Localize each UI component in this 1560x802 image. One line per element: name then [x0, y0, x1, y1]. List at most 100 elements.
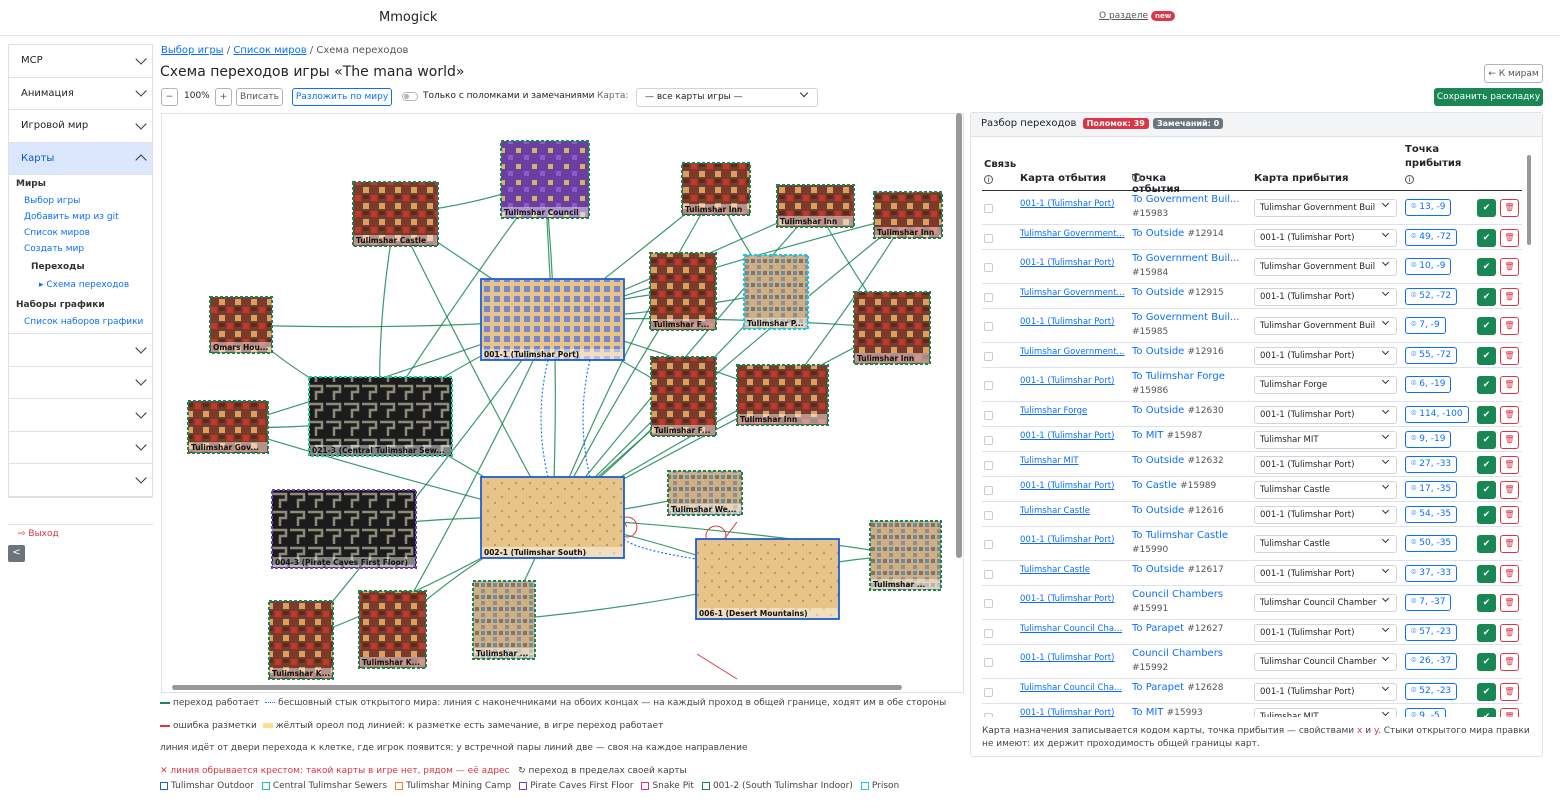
- dst-map-select[interactable]: Tulimshar MIT: [1254, 708, 1397, 717]
- dst-map-select[interactable]: 001-1 (Tulimshar Port): [1254, 456, 1397, 474]
- map-node[interactable]: Tulimshar Inn: [681, 162, 751, 216]
- delete-button[interactable]: 🗑: [1500, 535, 1519, 553]
- src-map-link[interactable]: 001-1 (Tulimshar Port): [1020, 594, 1128, 604]
- src-map-link[interactable]: Tulimshar MIT: [1020, 456, 1128, 466]
- dst-map-select[interactable]: Tulimshar Forge: [1254, 376, 1397, 394]
- row-checkbox[interactable]: [984, 381, 993, 390]
- delete-button[interactable]: 🗑: [1500, 624, 1519, 642]
- map-node[interactable]: 006-1 (Desert Mountains): [695, 538, 840, 620]
- confirm-button[interactable]: ✔: [1477, 594, 1496, 612]
- issues-only-toggle[interactable]: [402, 92, 418, 101]
- confirm-button[interactable]: ✔: [1477, 683, 1496, 701]
- dst-point-button[interactable]: ⌾ 37, -33: [1405, 565, 1458, 582]
- logout-link[interactable]: ⇨ Выход: [8, 529, 153, 539]
- map-node[interactable]: Tulimshar P...: [743, 254, 809, 330]
- row-checkbox[interactable]: [984, 263, 993, 272]
- row-checkbox[interactable]: [984, 688, 993, 697]
- map-node[interactable]: Tulimshar Castle: [352, 181, 439, 247]
- confirm-button[interactable]: ✔: [1477, 431, 1496, 449]
- dst-map-select[interactable]: Tulimshar Government Buil: [1254, 317, 1397, 335]
- delete-button[interactable]: 🗑: [1500, 258, 1519, 276]
- row-checkbox[interactable]: [984, 436, 993, 445]
- src-map-link[interactable]: Tulimshar Forge: [1020, 406, 1128, 416]
- dst-map-select[interactable]: Tulimshar Government Buil: [1254, 199, 1397, 217]
- dst-map-select[interactable]: Tulimshar Council Chamber: [1254, 594, 1397, 612]
- dst-point-button[interactable]: ⌾ 10, -9: [1405, 258, 1452, 275]
- dst-point-button[interactable]: ⌾ 7, -9: [1405, 317, 1446, 334]
- map-node[interactable]: Tulimshar Inn: [776, 184, 855, 228]
- src-point-link[interactable]: To Outside: [1132, 455, 1184, 466]
- src-map-link[interactable]: 001-1 (Tulimshar Port): [1020, 317, 1128, 327]
- dst-map-select[interactable]: Tulimshar Government Buil: [1254, 258, 1397, 276]
- seamless-edge[interactable]: [623, 538, 697, 560]
- map-node[interactable]: Tulimshar Inn: [736, 364, 829, 426]
- row-checkbox[interactable]: [984, 570, 993, 579]
- row-checkbox[interactable]: [984, 234, 993, 243]
- delete-button[interactable]: 🗑: [1500, 653, 1519, 671]
- src-map-link[interactable]: Tulimshar Council Cha...: [1020, 624, 1128, 634]
- dst-point-button[interactable]: ⌾ 114, -100: [1405, 406, 1469, 423]
- confirm-button[interactable]: ✔: [1477, 406, 1496, 424]
- src-point-link[interactable]: To Outside: [1132, 346, 1184, 357]
- delete-button[interactable]: 🗑: [1500, 288, 1519, 306]
- map-node[interactable]: Tulimshar Council: [500, 140, 590, 219]
- sidebar-link-transition-scheme[interactable]: ▸ Схема переходов: [9, 277, 152, 293]
- dst-map-select[interactable]: 001-1 (Tulimshar Port): [1254, 347, 1397, 365]
- confirm-button[interactable]: ✔: [1477, 565, 1496, 583]
- delete-button[interactable]: 🗑: [1500, 594, 1519, 612]
- dst-point-button[interactable]: ⌾ 49, -72: [1405, 229, 1458, 246]
- confirm-button[interactable]: ✔: [1477, 624, 1496, 642]
- dst-point-button[interactable]: ⌾ 17, -35: [1405, 481, 1458, 498]
- src-map-link[interactable]: Tulimshar Government...: [1020, 229, 1128, 239]
- brand-title[interactable]: Mmogick: [379, 10, 437, 25]
- zoom-out-button[interactable]: −: [161, 88, 178, 106]
- row-checkbox[interactable]: [984, 540, 993, 549]
- sidebar-item-1[interactable]: Анимация: [9, 78, 152, 110]
- dst-map-select[interactable]: 001-1 (Tulimshar Port): [1254, 565, 1397, 583]
- src-point-link[interactable]: Council Chambers: [1132, 648, 1223, 659]
- src-point-link[interactable]: To Outside: [1132, 505, 1184, 516]
- sidebar-item-0[interactable]: MCP: [9, 45, 152, 78]
- dst-point-button[interactable]: ⌾ 54, -35: [1405, 506, 1458, 523]
- row-checkbox[interactable]: [984, 629, 993, 638]
- delete-button[interactable]: 🗑: [1500, 708, 1519, 717]
- dst-map-select[interactable]: 001-1 (Tulimshar Port): [1254, 506, 1397, 524]
- transition-graph-canvas[interactable]: Tulimshar Castle Tulimshar Council Tulimsh…: [161, 113, 964, 693]
- delete-button[interactable]: 🗑: [1500, 431, 1519, 449]
- src-map-link[interactable]: Tulimshar Government...: [1020, 347, 1128, 357]
- about-link[interactable]: О разделе new: [1099, 11, 1176, 21]
- delete-button[interactable]: 🗑: [1500, 317, 1519, 335]
- map-filter-select[interactable]: — все карты игры —: [636, 88, 818, 107]
- row-checkbox[interactable]: [984, 352, 993, 361]
- sidebar-link-select-game[interactable]: Выбор игры: [9, 193, 152, 209]
- src-point-link[interactable]: To Outside: [1132, 287, 1184, 298]
- sidebar-link-add-world-git[interactable]: Добавить мир из git: [9, 209, 152, 225]
- dst-point-button[interactable]: ⌾ 27, -33: [1405, 456, 1458, 473]
- dst-map-select[interactable]: Tulimshar MIT: [1254, 431, 1397, 449]
- map-node[interactable]: Tulimshar K...: [268, 600, 334, 680]
- src-point-link[interactable]: To Outside: [1132, 405, 1184, 416]
- canvas-vertical-scrollbar[interactable]: [956, 113, 962, 558]
- collapse-sidebar-button[interactable]: <: [8, 545, 25, 562]
- map-node[interactable]: Tulimshar Gov...: [187, 400, 269, 454]
- confirm-button[interactable]: ✔: [1477, 288, 1496, 306]
- confirm-button[interactable]: ✔: [1477, 653, 1496, 671]
- src-point-link[interactable]: To Outside: [1132, 228, 1184, 239]
- delete-button[interactable]: 🗑: [1500, 456, 1519, 474]
- row-checkbox[interactable]: [984, 658, 993, 667]
- dst-point-button[interactable]: ⌾ 50, -35: [1405, 535, 1458, 552]
- src-map-link[interactable]: 001-1 (Tulimshar Port): [1020, 431, 1128, 441]
- sidebar-item-2[interactable]: Игровой мир: [9, 110, 152, 143]
- sidebar-item-10[interactable]: [9, 334, 152, 367]
- row-checkbox[interactable]: [984, 486, 993, 495]
- canvas-horizontal-scrollbar[interactable]: [172, 685, 902, 690]
- src-point-link[interactable]: To Parapet: [1132, 682, 1184, 693]
- map-node[interactable]: 004-3 (Pirate Caves First Floor): [271, 489, 417, 569]
- row-checkbox[interactable]: [984, 713, 993, 717]
- confirm-button[interactable]: ✔: [1477, 376, 1496, 394]
- src-point-link[interactable]: To MIT: [1132, 430, 1163, 441]
- map-node[interactable]: Tulimshar F...: [650, 356, 717, 437]
- map-node[interactable]: Tulimshar ...: [472, 580, 536, 660]
- sidebar-link-world-list[interactable]: Список миров: [9, 225, 152, 241]
- row-checkbox[interactable]: [984, 293, 993, 302]
